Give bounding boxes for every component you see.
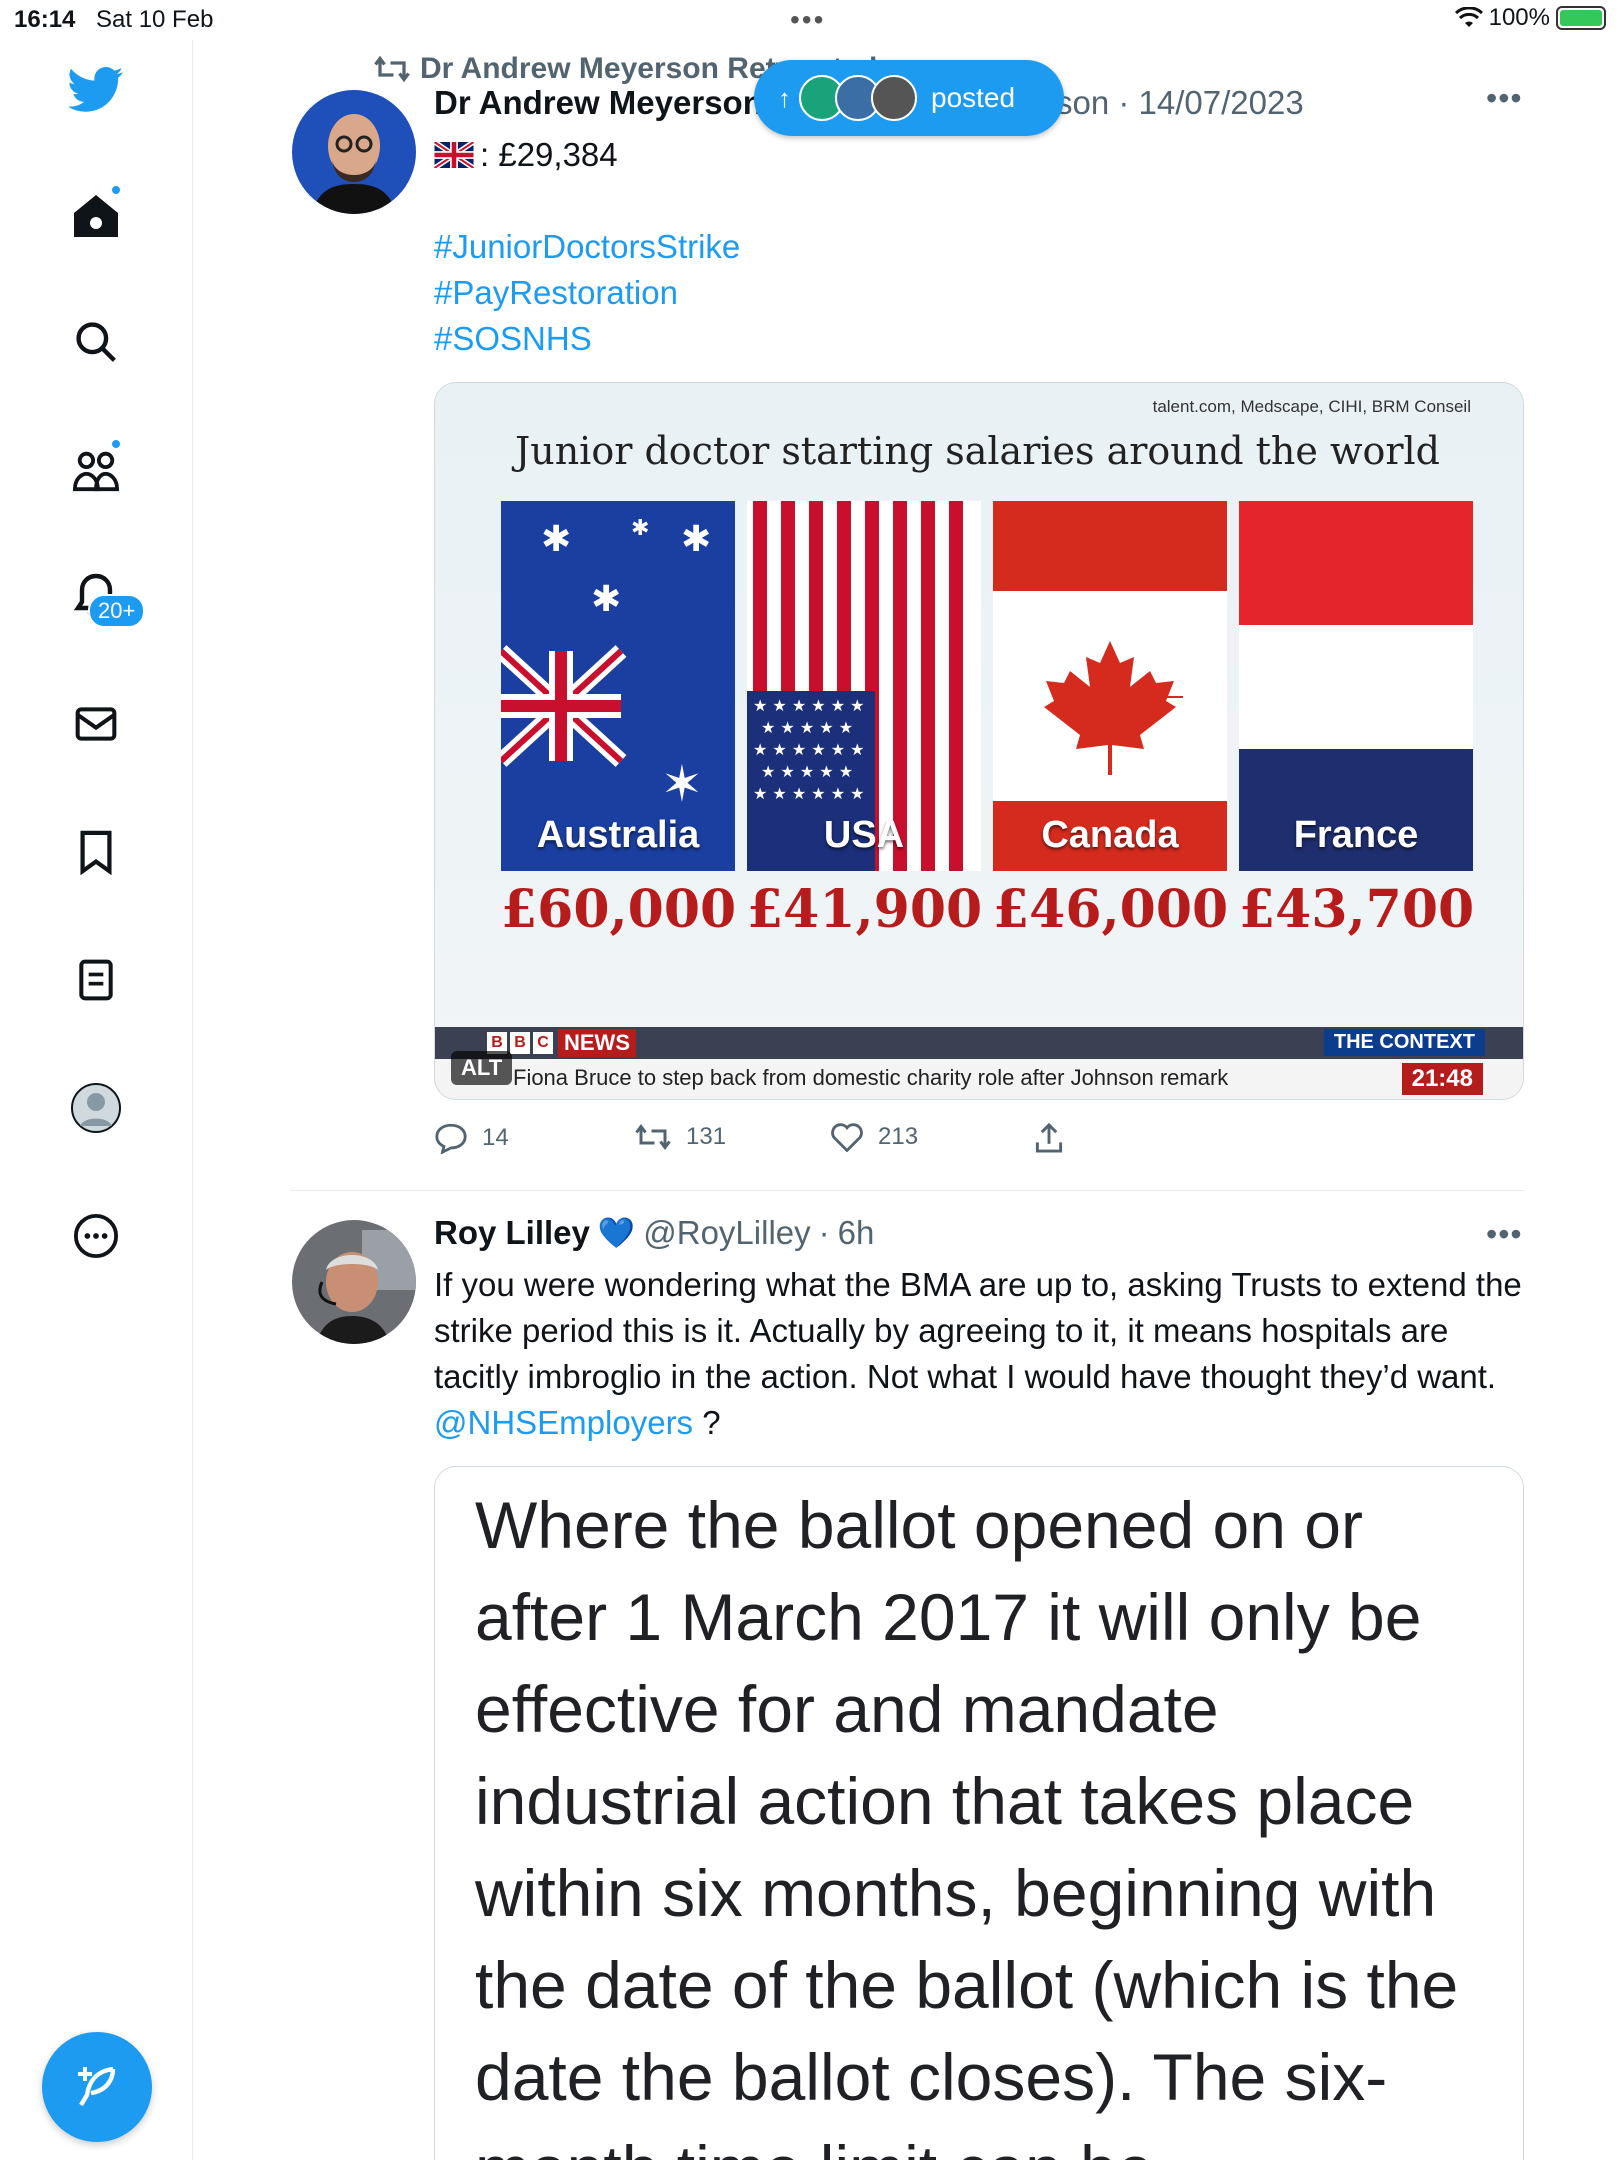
like-count: 213: [878, 1123, 919, 1150]
battery-percent: 100%: [1488, 4, 1550, 31]
country-label: Canada: [1041, 814, 1179, 856]
sidebar: 20+: [0, 40, 193, 2160]
svg-text:★ ★ ★ ★ ★: ★ ★ ★ ★ ★: [761, 762, 853, 781]
uk-flag-icon: [434, 142, 474, 168]
salary-value: £46,000: [993, 879, 1229, 940]
new-posts-pill[interactable]: ↑ posted: [754, 60, 1064, 136]
heart-icon: [831, 1123, 863, 1152]
author-avatar[interactable]: [292, 90, 416, 214]
country-label: Australia: [536, 814, 700, 856]
status-icons: 100%: [1454, 4, 1606, 32]
retweet-icon: [374, 55, 410, 83]
date: Sat 10 Feb: [96, 6, 214, 33]
search-icon[interactable]: [66, 312, 126, 372]
retweet-count: 131: [686, 1123, 727, 1150]
tweet-header: Roy Lilley 💙 @RoyLilley · 6h: [434, 1214, 875, 1252]
tweet-more-menu-icon[interactable]: •••: [1486, 1216, 1523, 1253]
pill-label: posted: [931, 82, 1016, 113]
svg-text:★ ★ ★ ★ ★ ★: ★ ★ ★ ★ ★ ★: [753, 696, 865, 715]
wifi-icon: [1454, 7, 1483, 27]
salary-value: £41,900: [747, 879, 983, 940]
battery-icon: [1556, 6, 1606, 30]
retweet-button[interactable]: 131: [634, 1122, 726, 1152]
salary-value: £43,700: [1239, 879, 1475, 940]
hashtag-link[interactable]: #PayRestoration: [434, 270, 740, 316]
usa-flag: ★ ★ ★ ★ ★ ★ ★ ★ ★ ★ ★ ★ ★ ★ ★ ★ ★ ★ ★ ★ …: [747, 501, 981, 871]
france-flag: France: [1239, 501, 1473, 871]
clock: 16:14: [14, 6, 76, 33]
bio-text: : £29,384: [480, 136, 618, 173]
tweet-actions: 14 131 213: [434, 1122, 1134, 1162]
image-quote-text: Where the ballot opened on or after 1 Ma…: [475, 1488, 1459, 2160]
svg-text:✱: ✱: [681, 519, 711, 560]
tweet-text: If you were wondering what the BMA are u…: [434, 1266, 1522, 1441]
communities-icon[interactable]: [66, 438, 126, 500]
profile-avatar-icon[interactable]: [66, 1078, 126, 1138]
like-button[interactable]: 213: [830, 1122, 918, 1152]
feather-plus-icon: [78, 2066, 116, 2107]
author-handle[interactable]: @RoyLilley: [643, 1214, 810, 1252]
multitasking-dots-icon[interactable]: •••: [790, 4, 825, 36]
country-label: USA: [823, 814, 905, 856]
svg-text:✱: ✱: [631, 516, 649, 541]
home-icon[interactable]: [66, 184, 126, 246]
svg-text:✱: ✱: [541, 519, 571, 560]
country-label: France: [1293, 814, 1419, 856]
news-ticker: B B C NEWS THE CONTEXT Fiona Bruce to st…: [435, 1027, 1523, 1099]
tweet-divider: [290, 1190, 1524, 1191]
lists-icon[interactable]: [66, 950, 126, 1010]
canada-flag: Canada: [993, 501, 1227, 871]
notifications-badge: 20+: [88, 594, 146, 628]
status-bar: 16:14 Sat 10 Feb ••• 100%: [0, 0, 1620, 40]
share-button[interactable]: [1034, 1122, 1064, 1154]
image-source-text: talent.com, Medscape, CIHI, BRM Conseil: [1152, 397, 1471, 416]
tweet-meta: son · 14/07/2023: [1056, 84, 1304, 121]
arrow-up-icon: ↑: [778, 82, 791, 113]
author-name[interactable]: Dr Andrew Meyerson: [434, 84, 763, 121]
unread-dot: [110, 438, 122, 450]
svg-text:✶: ✶: [661, 755, 703, 813]
tweet-header: Dr Andrew Meyerson: [434, 84, 763, 122]
australia-flag: ✱ ✱ ✱ ✱ ✶ Australia: [501, 501, 735, 871]
programme-name: THE CONTEXT: [1323, 1029, 1485, 1056]
blue-heart-emoji: 💙: [597, 1216, 636, 1250]
author-name[interactable]: Roy Lilley: [434, 1214, 590, 1252]
hashtags: #JuniorDoctorsStrike #PayRestoration #SO…: [434, 224, 740, 362]
poster-avatar: [871, 75, 917, 121]
more-options-icon[interactable]: [66, 1206, 126, 1266]
tweet-more-menu-icon[interactable]: •••: [1486, 80, 1523, 117]
timeline: Dr Andrew Meyerson Retweeted Dr Andrew M…: [194, 40, 1620, 2160]
retweet-icon: [635, 1124, 671, 1150]
bio-line: : £29,384: [434, 136, 618, 174]
svg-text:★ ★ ★ ★ ★ ★: ★ ★ ★ ★ ★ ★: [753, 784, 865, 803]
messages-icon[interactable]: [66, 694, 126, 754]
image-title: Junior doctor starting salaries around t…: [515, 429, 1440, 473]
mention-link[interactable]: @NHSEmployers: [434, 1404, 693, 1441]
twitter-logo-icon[interactable]: [66, 60, 126, 120]
share-icon: [1035, 1122, 1063, 1153]
broadcast-clock: 21:48: [1401, 1063, 1483, 1095]
author-handle[interactable]: son: [1056, 84, 1109, 121]
tweet-age[interactable]: 6h: [838, 1214, 875, 1252]
unread-dot: [110, 184, 122, 196]
alt-text-badge[interactable]: ALT: [451, 1051, 513, 1085]
tweet-image[interactable]: talent.com, Medscape, CIHI, BRM Conseil …: [434, 382, 1524, 1100]
author-avatar[interactable]: [292, 1220, 416, 1344]
compose-tweet-button[interactable]: [42, 2032, 152, 2142]
reply-icon: [435, 1123, 467, 1154]
tweet-date[interactable]: 14/07/2023: [1139, 84, 1304, 121]
reply-button[interactable]: 14: [434, 1122, 509, 1154]
salary-value: £60,000: [501, 879, 737, 940]
tweet-image[interactable]: Where the ballot opened on or after 1 Ma…: [434, 1466, 1524, 2160]
svg-text:★ ★ ★ ★ ★: ★ ★ ★ ★ ★: [761, 718, 853, 737]
ticker-headline: Fiona Bruce to step back from domestic c…: [513, 1065, 1229, 1090]
svg-text:★ ★ ★ ★ ★ ★: ★ ★ ★ ★ ★ ★: [753, 740, 865, 759]
hashtag-link[interactable]: #JuniorDoctorsStrike: [434, 224, 740, 270]
hashtag-link[interactable]: #SOSNHS: [434, 316, 740, 362]
svg-text:✱: ✱: [591, 579, 621, 620]
reply-count: 14: [482, 1124, 509, 1151]
bookmarks-icon[interactable]: [66, 822, 126, 882]
